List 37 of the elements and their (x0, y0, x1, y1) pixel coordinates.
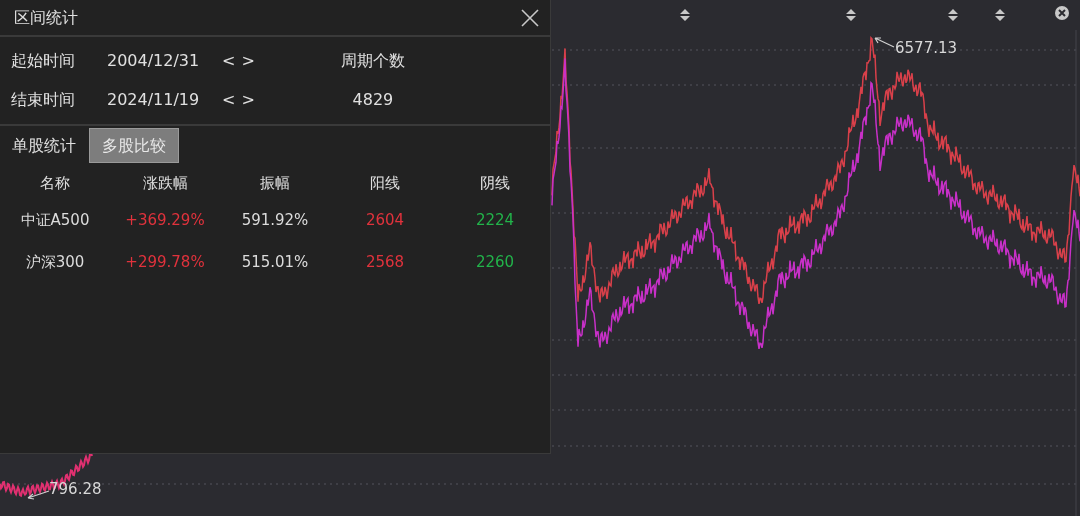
column-header: 涨跌幅 (141, 173, 189, 194)
period-count-label: 周期个数 (340, 50, 405, 72)
date-value: 2004/12/31 (107, 50, 201, 72)
arrow-icon (26, 490, 50, 500)
table-cell-text: 515.01% (240, 252, 310, 273)
previous-button[interactable]: < (221, 49, 237, 73)
field-label: 起始时间 (11, 50, 76, 72)
column-header: 阴线 (479, 173, 511, 194)
up-down-arrow-icon[interactable] (845, 9, 857, 21)
table-cell-text: 2224 (474, 210, 516, 231)
next-button[interactable]: > (240, 88, 256, 112)
close-icon[interactable] (1055, 6, 1069, 20)
table-cell-text: +369.29% (124, 210, 206, 231)
up-down-arrow-icon[interactable] (947, 9, 959, 21)
low-price-label: 796.28 (49, 482, 102, 497)
column-header: 振幅 (259, 173, 291, 194)
column-header: 名称 (39, 173, 71, 194)
arrow-icon (873, 36, 895, 48)
table-cell-text: 沪深300 (24, 252, 86, 273)
table-cell-text: 中证A500 (19, 210, 91, 231)
tab[interactable]: 多股比较 (89, 128, 179, 163)
column-header: 阳线 (369, 173, 401, 194)
previous-button[interactable]: < (221, 88, 237, 112)
up-down-arrow-icon[interactable] (994, 9, 1006, 21)
up-down-arrow-icon[interactable] (679, 9, 691, 21)
table-cell-text: 2568 (364, 252, 406, 273)
table-cell-text: +299.78% (124, 252, 206, 273)
table-cell-text: 2604 (364, 210, 406, 231)
period-count-value: 4829 (352, 89, 394, 111)
table-cell-text: 2260 (474, 252, 516, 273)
dialog-title: 区间统计 (14, 6, 78, 29)
table-cell-text: 591.92% (240, 210, 310, 231)
field-label: 结束时间 (11, 89, 76, 111)
close-icon[interactable] (520, 7, 540, 28)
next-button[interactable]: > (240, 49, 256, 73)
high-price-label: 6577.13 (895, 41, 958, 56)
date-value: 2024/11/19 (107, 89, 201, 111)
